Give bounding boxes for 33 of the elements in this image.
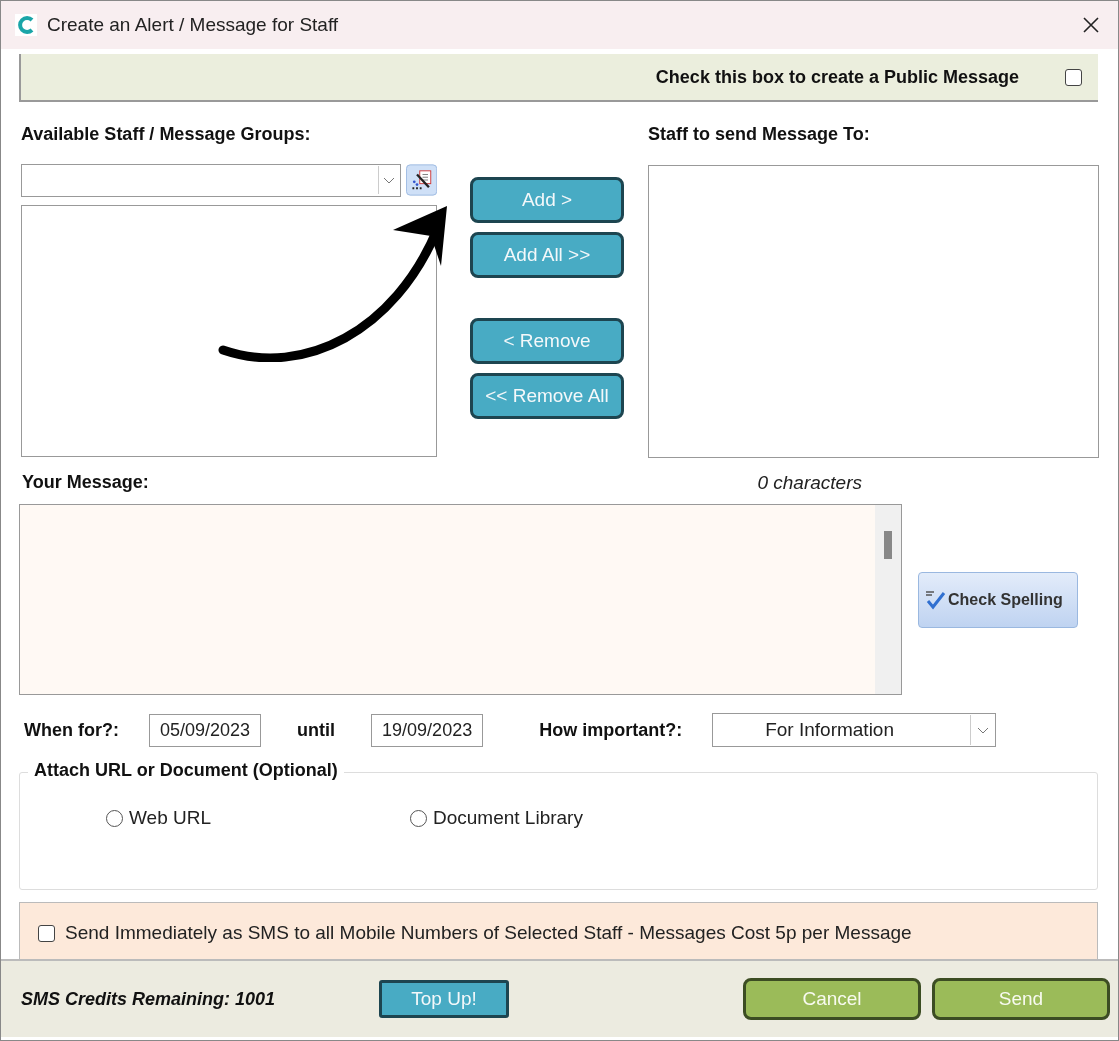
public-message-checkbox[interactable] <box>1065 68 1082 86</box>
cancel-button[interactable]: Cancel <box>743 978 921 1020</box>
send-button[interactable]: Send <box>932 978 1110 1020</box>
available-staff-list[interactable] <box>21 205 437 457</box>
sms-option-label: Send Immediately as SMS to all Mobile Numbers of Selected Staff - Messages Cost 5p per Message <box>65 922 912 944</box>
remove-button[interactable]: << Remove All <box>470 373 624 419</box>
add-button[interactable]: Add All >> <box>470 232 624 278</box>
attachment-option[interactable]: Web URL <box>106 807 410 829</box>
top-up-button[interactable]: Top Up! <box>379 980 509 1018</box>
importance-label: How important?: <box>539 719 683 741</box>
attachment-group-title: Attach URL or Document (Optional) <box>28 760 344 781</box>
public-message-label: Check this box to create a Public Message <box>655 66 1019 88</box>
spellcheck-icon <box>925 589 947 610</box>
start-date-field[interactable]: 05/09/2023 <box>149 713 262 747</box>
attachment-option[interactable]: Document Library <box>410 807 583 829</box>
scrollbar[interactable] <box>875 505 901 694</box>
sms-credits-text: SMS Credits Remaining: 1001 <box>21 988 277 1010</box>
available-staff-label: Available Staff / Message Groups: <box>21 124 312 145</box>
end-date-field[interactable]: 19/09/2023 <box>371 713 484 747</box>
recipients-label: Staff to send Message To: <box>648 124 871 145</box>
app-logo-icon <box>15 14 37 36</box>
importance-dropdown[interactable]: For Information <box>712 713 997 747</box>
window-title: Create an Alert / Message for Staff <box>47 14 340 36</box>
remove-button[interactable]: < Remove <box>470 318 624 364</box>
message-label: Your Message: <box>22 472 149 494</box>
close-icon[interactable] <box>1082 16 1100 34</box>
check-spelling-button[interactable]: Check Spelling <box>918 571 1078 628</box>
sms-checkbox[interactable] <box>38 924 55 942</box>
character-counter: 0 characters <box>757 472 862 494</box>
add-button[interactable]: Add > <box>470 177 624 223</box>
when-for-label: When for?: <box>24 719 119 741</box>
until-label: until <box>297 719 336 741</box>
wand-list-icon[interactable] <box>405 163 437 197</box>
